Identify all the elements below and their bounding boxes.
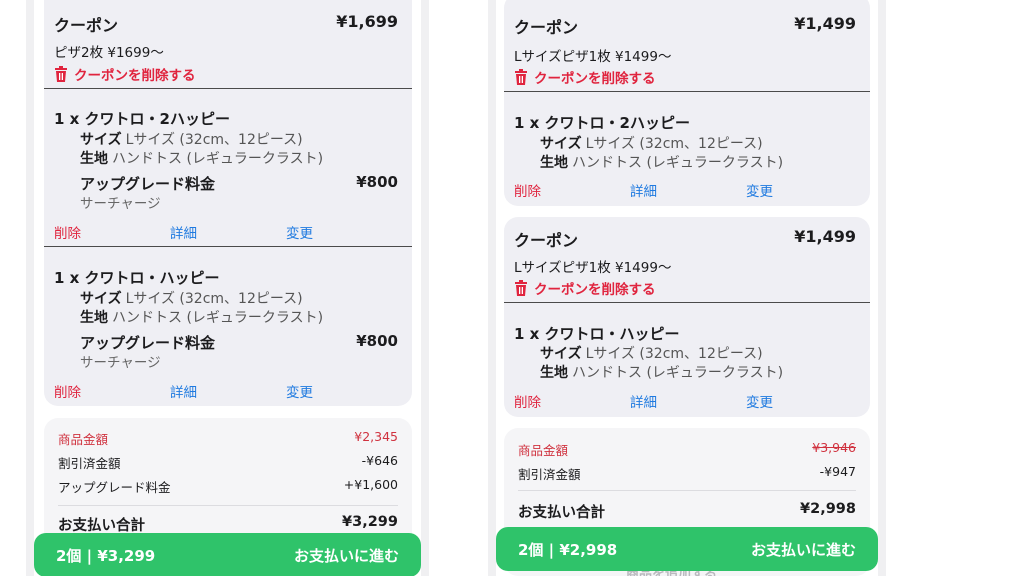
coupon-price: ¥1,499 xyxy=(794,14,856,33)
trash-icon xyxy=(515,69,527,85)
coupon-card: クーポン ¥1,499 Lサイズピザ1枚 ¥1499〜 クーポンを削除する 1 … xyxy=(504,0,870,206)
trash-icon xyxy=(515,280,527,296)
screen-edge xyxy=(878,0,886,576)
item-name: 1 x クワトロ・2ハッピー xyxy=(514,114,690,132)
cart-count-total: 2個 | ¥2,998 xyxy=(518,541,618,559)
total-label: お支払い合計 xyxy=(518,505,605,521)
trash-icon xyxy=(55,66,67,82)
upgrade-label: アップグレード料金 xyxy=(80,175,216,193)
item-crust: 生地 ハンドトス (レギュラークラスト) xyxy=(540,152,783,172)
delete-button[interactable]: 削除 xyxy=(54,222,81,242)
item-name: 1 x クワトロ・2ハッピー xyxy=(54,110,230,128)
upgrade-sub: サーチャージ xyxy=(80,355,161,371)
detail-button[interactable]: 詳細 xyxy=(170,381,197,401)
remove-coupon-button[interactable]: クーポンを削除する xyxy=(514,67,656,87)
item-name: 1 x クワトロ・ハッピー xyxy=(54,269,220,287)
crust-label: 生地 xyxy=(540,365,568,381)
detail-button[interactable]: 詳細 xyxy=(170,222,197,242)
subtotal-label: 商品金額 xyxy=(518,443,569,458)
left-cart-screen: クーポン ¥1,699 ピザ2枚 ¥1699〜 クーポンを削除する 1 x クワ… xyxy=(26,0,429,576)
remove-coupon-label: クーポンを削除する xyxy=(534,282,656,298)
change-button[interactable]: 変更 xyxy=(286,222,313,242)
screen-edge xyxy=(488,0,496,576)
subtotal-value: ¥2,345 xyxy=(354,429,398,444)
coupon-card: クーポン ¥1,699 ピザ2枚 ¥1699〜 クーポンを削除する 1 x クワ… xyxy=(44,0,412,406)
upgrade-fee-label: アップグレード料金 xyxy=(58,480,171,495)
proceed-to-payment-button[interactable]: 2個 | ¥2,998 お支払いに進む xyxy=(496,527,878,571)
delete-button[interactable]: 削除 xyxy=(54,381,81,401)
cart-count-total: 2個 | ¥3,299 xyxy=(56,547,156,565)
change-button[interactable]: 変更 xyxy=(286,381,313,401)
total-value: ¥2,998 xyxy=(800,501,856,517)
crust-value: ハンドトス (レギュラークラスト) xyxy=(572,155,784,171)
proceed-label: お支払いに進む xyxy=(293,547,399,565)
coupon-title: クーポン xyxy=(54,16,119,35)
coupon-title: クーポン xyxy=(514,18,579,37)
size-value: Lサイズ (32cm、12ピース) xyxy=(585,136,763,152)
size-label: サイズ xyxy=(80,291,122,307)
coupon-price: ¥1,499 xyxy=(794,227,856,246)
item-size: サイズ Lサイズ (32cm、12ピース) xyxy=(540,133,763,153)
size-label: サイズ xyxy=(540,136,582,152)
item-crust: 生地 ハンドトス (レギュラークラスト) xyxy=(80,148,323,168)
coupon-price: ¥1,699 xyxy=(336,12,398,31)
item-size: サイズ Lサイズ (32cm、12ピース) xyxy=(80,129,303,149)
item-crust: 生地 ハンドトス (レギュラークラスト) xyxy=(540,362,783,382)
upgrade-fee-value: +¥1,600 xyxy=(343,477,398,492)
crust-label: 生地 xyxy=(80,151,108,167)
upgrade-label: アップグレード料金 xyxy=(80,334,216,352)
size-label: サイズ xyxy=(80,132,122,148)
detail-button[interactable]: 詳細 xyxy=(630,180,657,200)
upgrade-price: ¥800 xyxy=(356,332,398,350)
subtotal-label: 商品金額 xyxy=(58,432,109,447)
remove-coupon-button[interactable]: クーポンを削除する xyxy=(54,64,196,84)
divider xyxy=(518,490,856,491)
coupon-description: Lサイズピザ1枚 ¥1499〜 xyxy=(514,49,672,65)
size-value: Lサイズ (32cm、12ピース) xyxy=(585,346,763,362)
size-label: サイズ xyxy=(540,346,582,362)
item-size: サイズ Lサイズ (32cm、12ピース) xyxy=(540,343,763,363)
divider xyxy=(504,91,870,92)
screen-edge xyxy=(26,0,34,576)
coupon-description: ピザ2枚 ¥1699〜 xyxy=(54,45,164,61)
item-name: 1 x クワトロ・ハッピー xyxy=(514,325,680,343)
discount-value: -¥646 xyxy=(361,453,398,468)
upgrade-sub: サーチャージ xyxy=(80,196,161,212)
coupon-card: クーポン ¥1,499 Lサイズピザ1枚 ¥1499〜 クーポンを削除する 1 … xyxy=(504,217,870,417)
crust-value: ハンドトス (レギュラークラスト) xyxy=(112,310,324,326)
proceed-label: お支払いに進む xyxy=(750,541,856,559)
total-value: ¥3,299 xyxy=(342,514,398,530)
discount-label: 割引済金額 xyxy=(518,467,581,482)
divider xyxy=(504,302,870,303)
change-button[interactable]: 変更 xyxy=(746,391,773,411)
crust-value: ハンドトス (レギュラークラスト) xyxy=(572,365,784,381)
remove-coupon-button[interactable]: クーポンを削除する xyxy=(514,278,656,298)
upgrade-price: ¥800 xyxy=(356,173,398,191)
divider xyxy=(58,505,398,506)
size-value: Lサイズ (32cm、12ピース) xyxy=(125,132,303,148)
remove-coupon-label: クーポンを削除する xyxy=(534,71,656,87)
subtotal-value: ¥3,946 xyxy=(812,440,856,455)
coupon-title: クーポン xyxy=(514,231,579,250)
item-crust: 生地 ハンドトス (レギュラークラスト) xyxy=(80,307,323,327)
crust-value: ハンドトス (レギュラークラスト) xyxy=(112,151,324,167)
delete-button[interactable]: 削除 xyxy=(514,391,541,411)
item-size: サイズ Lサイズ (32cm、12ピース) xyxy=(80,288,303,308)
proceed-to-payment-button[interactable]: 2個 | ¥3,299 お支払いに進む xyxy=(34,533,421,576)
total-label: お支払い合計 xyxy=(58,518,145,534)
screen-edge xyxy=(421,0,429,576)
crust-label: 生地 xyxy=(80,310,108,326)
divider xyxy=(44,246,412,247)
size-value: Lサイズ (32cm、12ピース) xyxy=(125,291,303,307)
detail-button[interactable]: 詳細 xyxy=(630,391,657,411)
right-cart-screen: クーポン ¥1,499 Lサイズピザ1枚 ¥1499〜 クーポンを削除する 1 … xyxy=(488,0,886,576)
crust-label: 生地 xyxy=(540,155,568,171)
coupon-description: Lサイズピザ1枚 ¥1499〜 xyxy=(514,260,672,276)
discount-label: 割引済金額 xyxy=(58,456,121,471)
divider xyxy=(44,88,412,89)
remove-coupon-label: クーポンを削除する xyxy=(74,68,196,84)
change-button[interactable]: 変更 xyxy=(746,180,773,200)
discount-value: -¥947 xyxy=(819,464,856,479)
delete-button[interactable]: 削除 xyxy=(514,180,541,200)
